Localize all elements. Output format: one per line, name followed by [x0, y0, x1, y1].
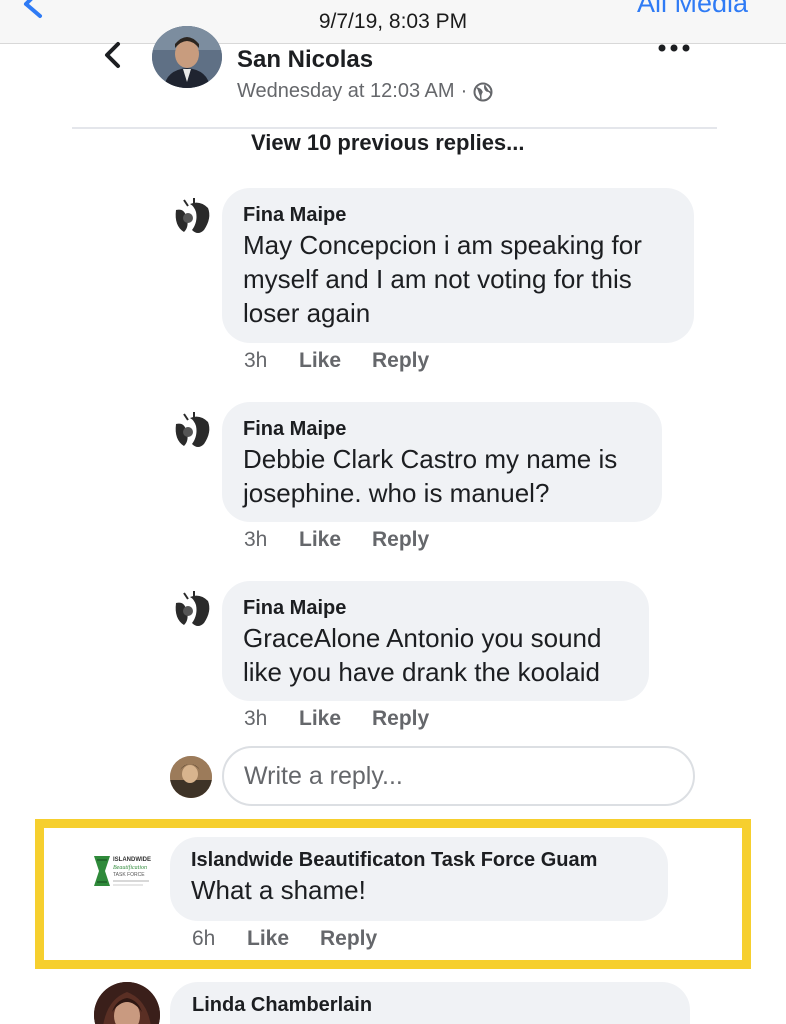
header-divider: [72, 127, 717, 129]
commenter-name[interactable]: Islandwide Beautificaton Task Force Guam: [191, 847, 646, 873]
avatar-photo: [152, 26, 222, 88]
islandwide-logo[interactable]: ISLANDWIDE Beautification TASK FORCE: [91, 848, 157, 894]
svg-text:Beautification: Beautification: [113, 864, 147, 871]
comment-age: 3h: [244, 349, 268, 372]
commenter-name[interactable]: Fina Maipe: [243, 202, 672, 228]
commenter-avatar[interactable]: [94, 982, 160, 1024]
like-button[interactable]: Like: [299, 707, 372, 731]
meta-separator: ·: [460, 80, 468, 102]
reply-avatar[interactable]: [170, 589, 214, 633]
comment-actions: 3h Like Reply: [244, 528, 429, 552]
post-meta: Wednesday at 12:03 AM ·: [237, 80, 493, 103]
comment-actions: 3h Like Reply: [244, 707, 429, 731]
comment-text-line: loser again: [243, 298, 371, 328]
like-button[interactable]: Like: [299, 528, 372, 552]
comment-text-line: Debbie Clark Castro my name is: [243, 444, 618, 474]
photos-top-bar: 9/7/19, 8:03 PM All Media: [0, 0, 786, 44]
comment-age: 3h: [244, 528, 268, 551]
comment-actions: 3h Like Reply: [244, 349, 429, 373]
reply-bubble: Fina Maipe GraceAlone Antonio you sound …: [222, 581, 649, 701]
view-previous-replies-link[interactable]: View 10 previous replies...: [251, 130, 525, 156]
svg-text:ISLANDWIDE: ISLANDWIDE: [113, 857, 151, 863]
comment-text-line: GraceAlone Antonio you sound: [243, 623, 602, 653]
reply-avatar[interactable]: [170, 410, 214, 454]
avatar-photo: [94, 982, 160, 1024]
post-time[interactable]: Wednesday at 12:03 AM: [237, 80, 455, 103]
reply-button[interactable]: Reply: [372, 349, 429, 373]
highlighted-comment-bubble: Islandwide Beautificaton Task Force Guam…: [170, 837, 668, 921]
avatar-photo: [170, 756, 212, 798]
all-media-link[interactable]: All Media: [637, 0, 748, 19]
comment-age: 3h: [244, 707, 268, 730]
commenter-name[interactable]: Fina Maipe: [243, 595, 627, 621]
post-author-avatar[interactable]: [152, 26, 222, 88]
reply-button[interactable]: Reply: [320, 927, 377, 951]
comment-actions: 6h Like Reply: [192, 927, 377, 951]
comment-age: 6h: [192, 927, 216, 950]
reply-button[interactable]: Reply: [372, 707, 429, 731]
post-author-name[interactable]: San Nicolas: [237, 46, 373, 74]
commenter-name[interactable]: Linda Chamberlain: [192, 994, 372, 1016]
comment-text-line: like you have drank the koolaid: [243, 657, 601, 687]
comment-bubble: Linda Chamberlain: [170, 982, 690, 1024]
reply-bubble: Fina Maipe Debbie Clark Castro my name i…: [222, 402, 662, 522]
like-button[interactable]: Like: [299, 349, 372, 373]
commenter-name[interactable]: Fina Maipe: [243, 416, 640, 442]
reply-button[interactable]: Reply: [372, 528, 429, 552]
reply-avatar[interactable]: [170, 196, 214, 240]
reply-bubble: Fina Maipe May Concepcion i am speaking …: [222, 188, 694, 343]
current-user-avatar: [170, 756, 212, 798]
svg-text:TASK FORCE: TASK FORCE: [113, 872, 145, 878]
more-dots-icon[interactable]: [656, 40, 692, 56]
write-reply-input[interactable]: [222, 746, 695, 806]
back-arrow-icon[interactable]: [100, 40, 126, 70]
globe-icon: [473, 82, 493, 101]
comment-text-line: josephine. who is manuel?: [243, 478, 550, 508]
comment-text-line: myself and I am not voting for this: [243, 264, 632, 294]
like-button[interactable]: Like: [247, 927, 320, 951]
comment-text-line: May Concepcion i am speaking for: [243, 230, 642, 260]
comment-text: What a shame!: [191, 875, 366, 905]
